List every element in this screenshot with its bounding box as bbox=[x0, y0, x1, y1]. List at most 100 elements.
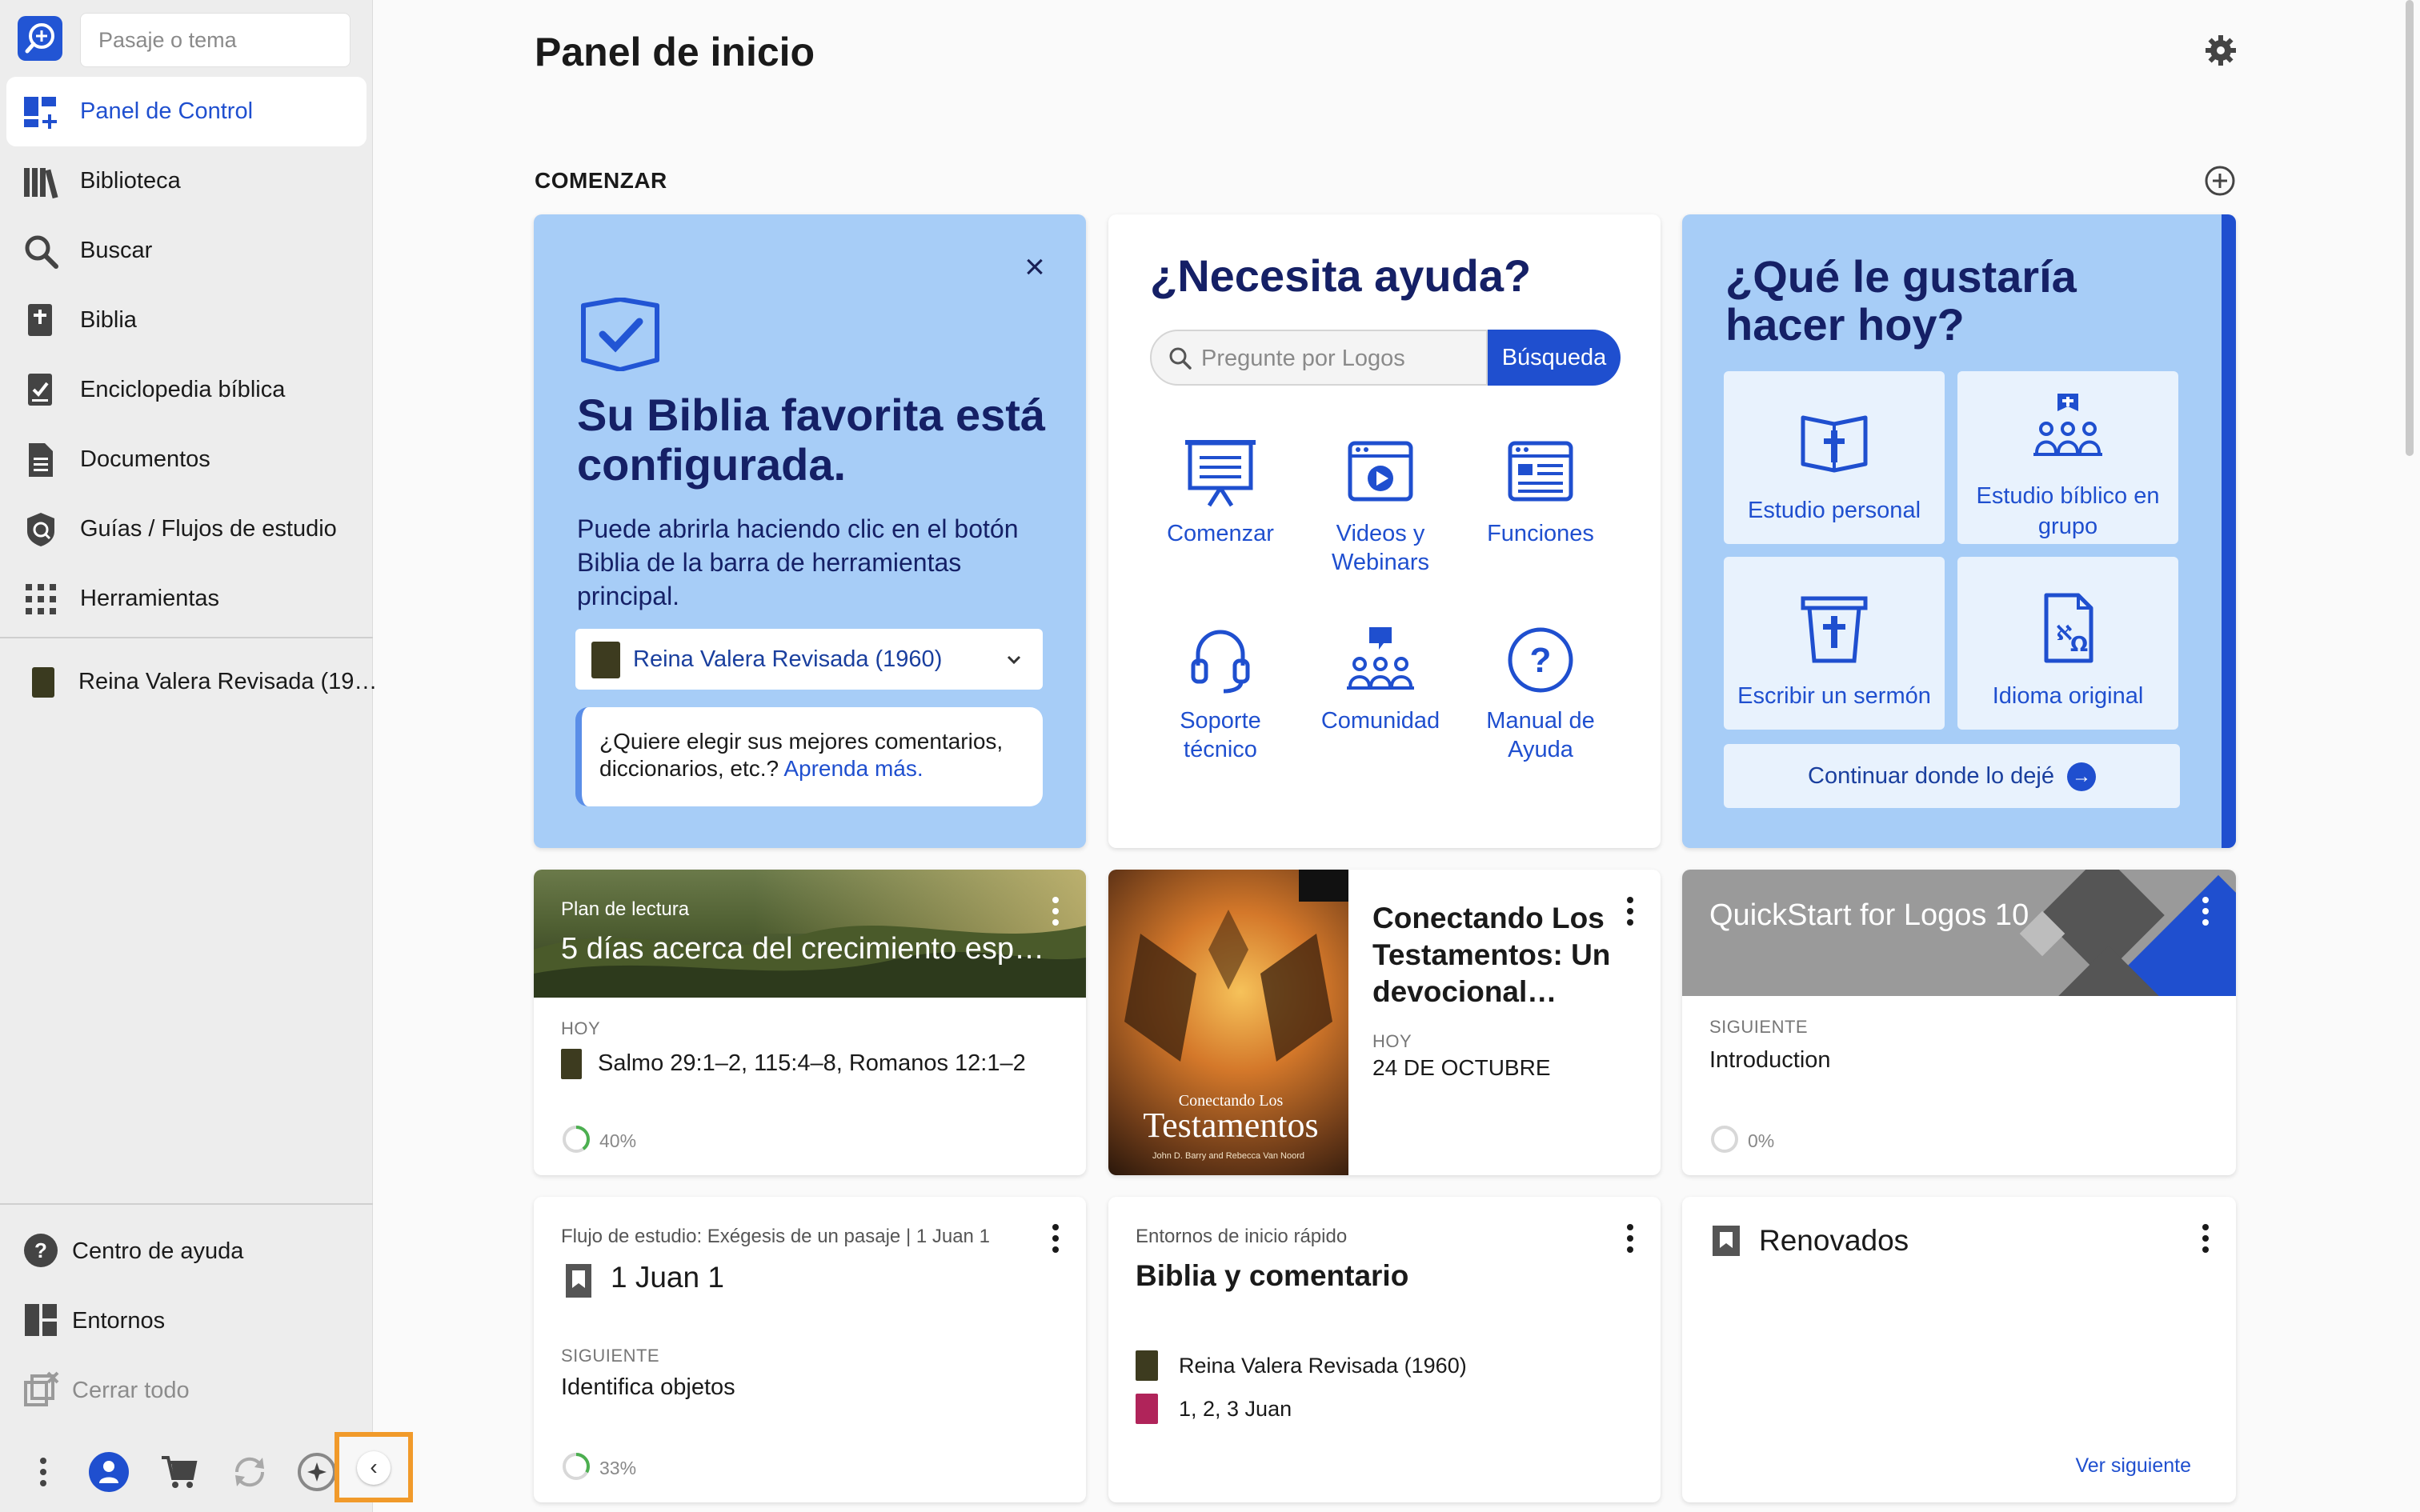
section-title: COMENZAR bbox=[535, 168, 667, 193]
book-cover-icon bbox=[1136, 1394, 1158, 1424]
sidebar-item-label: Biblioteca bbox=[80, 168, 181, 194]
what-to-do-card: ¿Qué le gustaría hacer hoy? Estudio pers… bbox=[1682, 214, 2236, 848]
help-link-comenzar[interactable]: Comenzar bbox=[1140, 438, 1300, 548]
continue-where-left-button[interactable]: Continuar donde lo dejé → bbox=[1724, 744, 2180, 808]
sidebar: Panel de Control Biblioteca Buscar Bibli… bbox=[0, 0, 413, 1512]
main-panel: Panel de inicio COMENZAR × Su Biblia fav… bbox=[375, 0, 2420, 1512]
option-label: Idioma original bbox=[1992, 683, 2144, 709]
bible-icon bbox=[28, 304, 52, 336]
reading-plan-card[interactable]: Plan de lectura 5 días acerca del crecim… bbox=[534, 870, 1086, 1175]
help-link-soporte[interactable]: Soporte técnico bbox=[1140, 626, 1300, 764]
more-options-icon[interactable] bbox=[1051, 897, 1060, 929]
sidebar-item-biblia[interactable]: Biblia bbox=[0, 286, 373, 355]
sidebar-item-label: Guías / Flujos de estudio bbox=[80, 516, 337, 542]
pulpit-icon bbox=[1801, 596, 1868, 663]
sidebar-item-label: Biblia bbox=[80, 307, 137, 333]
option-estudio-personal[interactable]: Estudio personal bbox=[1724, 371, 1945, 544]
sidebar-item-label: Cerrar todo bbox=[72, 1378, 190, 1403]
devotional-card[interactable]: Conectando Los Testamentos John D. Barry … bbox=[1108, 870, 1661, 1175]
sidebar-item-herramientas[interactable]: Herramientas bbox=[0, 564, 373, 634]
study-flow-card[interactable]: Flujo de estudio: Exégesis de un pasaje … bbox=[534, 1197, 1086, 1502]
sidebar-item-label: Buscar bbox=[80, 238, 153, 263]
close-icon[interactable]: × bbox=[1019, 250, 1051, 285]
more-options-icon[interactable] bbox=[1625, 1224, 1635, 1256]
help-link-label: Videos y Webinars bbox=[1332, 521, 1429, 575]
account-icon[interactable] bbox=[88, 1451, 130, 1493]
cover-art bbox=[1124, 910, 1332, 1062]
see-next-link[interactable]: Ver siguiente bbox=[2075, 1454, 2191, 1478]
quick-layouts-card[interactable]: Entornos de inicio rápido Biblia y comen… bbox=[1108, 1197, 1661, 1502]
sidebar-item-entornos[interactable]: Entornos bbox=[0, 1286, 373, 1355]
sidebar-item-panel-de-control[interactable]: Panel de Control bbox=[6, 77, 367, 146]
book-cover-icon bbox=[32, 667, 54, 698]
option-escribir-sermon[interactable]: Escribir un sermón bbox=[1724, 557, 1945, 730]
cover-title: Conectando Los Testamentos bbox=[1123, 1092, 1339, 1143]
svg-text:?: ? bbox=[34, 1238, 47, 1262]
card-heading: Su Biblia favorita está configurada. bbox=[577, 390, 1046, 490]
sidebar-item-cerrar-todo[interactable]: Cerrar todo bbox=[0, 1355, 373, 1425]
logos-logo-icon[interactable] bbox=[18, 16, 62, 61]
library-icon bbox=[24, 168, 58, 199]
more-options-icon[interactable] bbox=[2201, 1224, 2210, 1256]
sidebar-item-enciclopedia[interactable]: Enciclopedia bíblica bbox=[0, 355, 373, 425]
open-bible-icon bbox=[1801, 415, 1868, 473]
guide-icon bbox=[27, 513, 54, 546]
sidebar-item-label: Panel de Control bbox=[80, 98, 254, 124]
card-label: HOY bbox=[561, 1018, 601, 1038]
sidebar-item-buscar[interactable]: Buscar bbox=[0, 216, 373, 286]
passage-search-box[interactable] bbox=[80, 13, 351, 67]
help-search-input[interactable] bbox=[1201, 346, 1473, 372]
layout-icon bbox=[25, 1304, 57, 1336]
more-options-icon[interactable] bbox=[1625, 897, 1635, 929]
card-heading: ¿Qué le gustaría hacer hoy? bbox=[1725, 251, 2077, 350]
sync-icon[interactable] bbox=[229, 1451, 270, 1493]
option-idioma-original[interactable]: ℵΩ Idioma original bbox=[1957, 557, 2178, 730]
help-link-videos[interactable]: Videos y Webinars bbox=[1300, 438, 1460, 577]
sidebar-item-biblioteca[interactable]: Biblioteca bbox=[0, 146, 373, 216]
card-description: Puede abrirla haciendo clic en el botón … bbox=[577, 514, 1019, 610]
page-title: Panel de inicio bbox=[535, 30, 815, 74]
bible-select[interactable]: Reina Valera Revisada (1960) bbox=[575, 629, 1043, 690]
original-language-icon: ℵΩ bbox=[2044, 593, 2093, 663]
add-card-icon[interactable] bbox=[2204, 165, 2236, 197]
help-link-comunidad[interactable]: Comunidad bbox=[1300, 626, 1460, 735]
ai-assistant-icon[interactable] bbox=[296, 1451, 338, 1493]
card-kicker: Entornos de inicio rápido bbox=[1136, 1226, 1348, 1247]
scrollbar[interactable] bbox=[2406, 0, 2414, 456]
card-accent-bar bbox=[2222, 214, 2236, 848]
help-link-funciones[interactable]: Funciones bbox=[1460, 438, 1621, 548]
recent-resource-item[interactable]: Reina Valera Revisada (19… bbox=[0, 650, 377, 714]
help-link-manual[interactable]: ? Manual de Ayuda bbox=[1460, 626, 1621, 764]
option-estudio-grupo[interactable]: Estudio bíblico en grupo bbox=[1957, 371, 2178, 544]
arrow-right-icon: → bbox=[2066, 762, 2096, 792]
sidebar-divider bbox=[0, 1203, 373, 1205]
quickstart-card[interactable]: QuickStart for Logos 10 SIGUIENTE Introd… bbox=[1682, 870, 2236, 1175]
features-icon bbox=[1508, 441, 1573, 502]
sidebar-item-label: Herramientas bbox=[80, 586, 220, 611]
more-vertical-icon[interactable] bbox=[22, 1451, 64, 1493]
sidebar-item-documentos[interactable]: Documentos bbox=[0, 425, 373, 494]
more-options-icon[interactable] bbox=[1051, 1224, 1060, 1256]
sidebar-item-label: Centro de ayuda bbox=[72, 1238, 244, 1264]
sidebar-item-centro-de-ayuda[interactable]: ? Centro de ayuda bbox=[0, 1216, 373, 1286]
progress-percent: 40% bbox=[599, 1130, 637, 1151]
devotional-date: 24 DE OCTUBRE bbox=[1372, 1055, 1551, 1080]
card-title: Biblia y comentario bbox=[1136, 1259, 1409, 1292]
help-link-label: Comunidad bbox=[1320, 708, 1440, 734]
card-kicker: Plan de lectura bbox=[561, 898, 690, 920]
passage-search-input[interactable] bbox=[98, 14, 332, 66]
help-search-button[interactable]: Búsqueda bbox=[1488, 330, 1621, 386]
progress-ring bbox=[563, 1453, 590, 1480]
next-step: Identifica objetos bbox=[561, 1374, 735, 1400]
card-title: Renovados bbox=[1759, 1224, 1909, 1257]
progress-percent: 33% bbox=[599, 1458, 637, 1478]
more-options-icon[interactable] bbox=[2201, 897, 2210, 929]
help-search-box[interactable] bbox=[1150, 330, 1488, 386]
sidebar-nav: Panel de Control Biblioteca Buscar Bibli… bbox=[0, 77, 373, 634]
cart-icon[interactable] bbox=[158, 1451, 200, 1493]
learn-more-link[interactable]: Aprenda más. bbox=[783, 756, 923, 781]
renovados-card[interactable]: Renovados Ver siguiente bbox=[1682, 1197, 2236, 1502]
video-icon bbox=[1348, 441, 1413, 502]
gear-icon[interactable] bbox=[2204, 34, 2238, 67]
sidebar-item-guias[interactable]: Guías / Flujos de estudio bbox=[0, 494, 373, 564]
